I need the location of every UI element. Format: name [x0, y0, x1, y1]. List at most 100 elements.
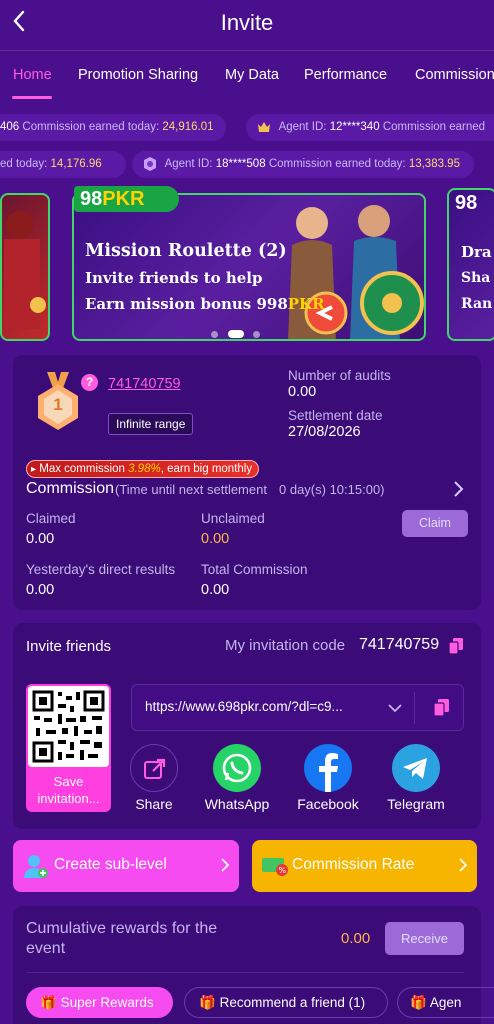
ticker-label: ed today: [0, 158, 48, 170]
tab-my-data[interactable]: My Data [225, 67, 279, 83]
agent-code-link[interactable]: 741740759 [108, 376, 181, 392]
recommend-friend-label: Recommend a friend (1) [219, 995, 366, 1010]
url-field-divider [414, 692, 415, 724]
invite-friends-title: Invite friends [26, 638, 112, 655]
telegram-icon[interactable] [392, 744, 440, 792]
whatsapp-icon[interactable] [213, 744, 261, 792]
banner-subtitle: Invite friends to help [85, 269, 263, 287]
level-number: 1 [53, 395, 63, 414]
ticker-amount: 13,383.95 [408, 158, 460, 170]
settlement-date-label: Settlement date [288, 408, 383, 423]
facebook-label: Facebook [297, 796, 359, 812]
chevron-right-icon[interactable] [452, 480, 466, 498]
carousel-dot[interactable] [211, 331, 218, 338]
banner-slide-next[interactable]: 98 Dra Sha Ran [447, 188, 494, 341]
ticker-label: Commission earned today: [22, 121, 160, 133]
claimed-value: 0.00 [26, 531, 55, 547]
infinite-range-badge: Infinite range [108, 413, 194, 435]
agent-chip-label: Agen [429, 995, 462, 1010]
banner-slide-previous[interactable] [0, 193, 50, 341]
chevron-right-icon [458, 857, 468, 873]
tab-commission[interactable]: Commission [415, 67, 494, 83]
agent-badge-icon [256, 119, 272, 135]
tab-home[interactable]: Home [13, 67, 52, 83]
facebook-icon[interactable] [304, 744, 352, 792]
unclaimed-value: 0.00 [201, 531, 230, 547]
tab-promotion-sharing[interactable]: Promotion Sharing [78, 67, 198, 83]
max-commission-suffix: , earn big monthly [160, 463, 253, 475]
settlement-timer-label: (Time until next settlement [115, 482, 267, 497]
carousel-dot[interactable] [253, 331, 260, 338]
cumulative-rewards-value: 0.00 [341, 930, 371, 947]
commission-ticker-item: Agent ID: 18****508 Commission earned to… [132, 151, 474, 178]
total-commission-value: 0.00 [201, 582, 230, 598]
save-invitation-label: Save invitation... [37, 774, 100, 806]
super-rewards-label: Super Rewards [60, 995, 154, 1010]
rewards-divider [26, 972, 464, 973]
agent-chip[interactable]: 🎁 Agen [397, 987, 494, 1018]
commission-rate-label: Commission Rate [292, 856, 415, 873]
gift-icon: 🎁 [410, 995, 427, 1010]
share-icon[interactable] [130, 744, 178, 792]
copy-url-icon[interactable] [433, 699, 449, 717]
98pkr-logo: 98 [455, 192, 478, 214]
chevron-right-icon [220, 857, 230, 873]
total-commission-label: Total Commission [201, 562, 308, 577]
commission-title: Commission [26, 480, 115, 497]
qr-code-card[interactable]: Save invitation... [26, 684, 111, 812]
max-commission-percent: 3.98% [128, 463, 161, 475]
cumulative-rewards-title: Cumulative rewards for the event [26, 920, 218, 957]
invitation-code-value: 741740759 [359, 636, 440, 653]
invitation-url-field[interactable]: https://www.698pkr.com/?dl=c9... [131, 684, 464, 731]
telegram-label: Telegram [387, 796, 445, 812]
banner-title: Mission Roulette (2) [85, 241, 287, 261]
ticker-agent-id: 12****340 [329, 121, 380, 133]
banner-subtitle: Sha [461, 270, 491, 286]
banner-bonus-currency: PKR [287, 295, 325, 313]
create-sub-level-button[interactable]: Create sub-level [13, 840, 239, 892]
banner-characters-illustration [288, 205, 424, 339]
unclaimed-label: Unclaimed [201, 511, 265, 526]
ticker-agent-id: 18****508 [215, 158, 266, 170]
commission-rate-button[interactable]: % Commission Rate [252, 840, 477, 892]
super-rewards-chip[interactable]: 🎁 Super Rewards [26, 987, 173, 1018]
yesterday-results-value: 0.00 [26, 582, 55, 598]
logo-number: 98 [80, 188, 103, 210]
level-medal-icon: 1 [35, 372, 81, 430]
invitation-code-label: My invitation code [225, 637, 346, 654]
ticker-value: 406 [0, 121, 20, 133]
share-label: Share [135, 796, 173, 812]
agent-badge-icon [142, 156, 158, 172]
max-commission-banner: ▸ Max commission 3.98%, earn big monthly [26, 460, 260, 478]
chevron-down-icon[interactable] [387, 700, 403, 716]
whatsapp-label: WhatsApp [204, 796, 270, 812]
tab-performance[interactable]: Performance [304, 67, 387, 83]
svg-text:%: % [279, 866, 287, 875]
yesterday-results-label: Yesterday's direct results [26, 562, 176, 577]
banner-bonus-text: Earn mission bonus 998PKR [85, 295, 325, 313]
claim-button[interactable]: Claim [402, 510, 468, 537]
create-sub-level-label: Create sub-level [54, 856, 167, 873]
ticker-label: Agent ID: [164, 158, 213, 170]
banner-slide-mission-roulette[interactable]: Mission Roulette (2) Invite friends to h… [72, 193, 426, 341]
banner-bonus-amount: Earn mission bonus 998 [85, 295, 288, 313]
gift-icon: 🎁 [40, 995, 57, 1010]
active-tab-indicator [12, 96, 52, 99]
carousel-dot-active[interactable] [228, 330, 244, 338]
commission-ticker-item: ed today: 14,176.96 [0, 151, 126, 178]
audits-value: 0.00 [288, 384, 317, 400]
recommend-friend-chip[interactable]: 🎁 Recommend a friend (1) [184, 987, 388, 1018]
copy-code-icon[interactable] [448, 638, 463, 655]
commission-rate-icon: % [262, 855, 288, 877]
settlement-date-value: 27/08/2026 [288, 424, 361, 440]
ticker-label: Agent ID: [278, 121, 327, 133]
settlement-timer: 0 day(s) 10:15:00) [279, 482, 385, 497]
logo-brand: PKR [102, 188, 145, 210]
invitation-url: https://www.698pkr.com/?dl=c9... [145, 699, 343, 714]
receive-button[interactable]: Receive [385, 922, 464, 955]
qr-code [28, 686, 109, 767]
banner-bonus-text: Ran [461, 296, 493, 312]
98pkr-logo: 98PKR [74, 186, 179, 212]
help-question-icon[interactable]: ? [81, 374, 98, 391]
claimed-label: Claimed [26, 511, 76, 526]
